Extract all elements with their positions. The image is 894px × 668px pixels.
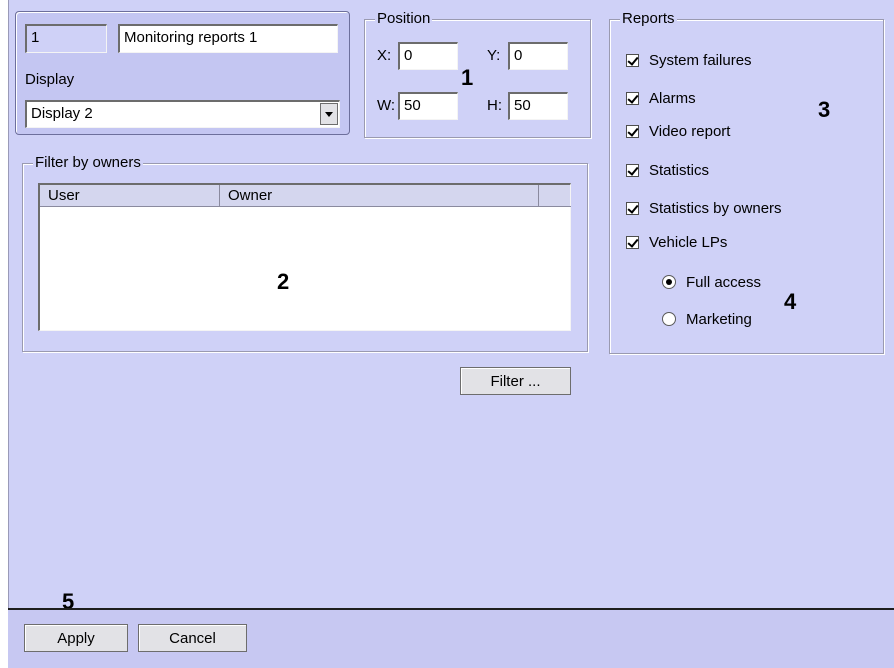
check-icon[interactable] (626, 163, 639, 177)
radio-full-access[interactable]: Full access (662, 271, 761, 293)
callout-2: 2 (277, 269, 290, 294)
reports-title: Reports (620, 10, 677, 28)
callout-4: 4 (784, 289, 797, 314)
w-label: W: (377, 97, 396, 114)
checkbox-statistics-by-owners[interactable]: Statistics by owners (626, 197, 782, 219)
y-field[interactable]: 0 (508, 42, 568, 70)
callout-1: 1 (461, 65, 474, 90)
callout-3: 3 (818, 97, 831, 122)
display-label: Display (25, 71, 75, 88)
filter-group: Filter by owners User Owner (22, 154, 588, 352)
settings-panel: 1 Monitoring reports 1 Display Display 2… (8, 0, 894, 614)
checkbox-system-failures[interactable]: System failures (626, 49, 752, 71)
position-title: Position (375, 10, 433, 28)
apply-button[interactable]: Apply (24, 624, 128, 652)
filter-title: Filter by owners (33, 154, 143, 172)
filter-button[interactable]: Filter ... (460, 367, 571, 395)
camera-display-box: 1 Monitoring reports 1 Display Display 2 (15, 11, 350, 135)
checkbox-alarms[interactable]: Alarms (626, 87, 696, 109)
y-label: Y: (487, 47, 501, 64)
checkbox-statistics[interactable]: Statistics (626, 159, 709, 181)
checkbox-label: Statistics by owners (649, 199, 782, 217)
column-header-owner[interactable]: Owner (220, 185, 539, 207)
column-header-user[interactable]: User (40, 185, 220, 207)
owners-table[interactable]: User Owner (38, 183, 571, 331)
checkbox-label: Video report (649, 122, 731, 140)
radio-icon[interactable] (662, 312, 676, 326)
check-icon[interactable] (626, 235, 639, 249)
camera-id-field[interactable]: 1 (25, 24, 107, 53)
check-icon[interactable] (626, 53, 639, 67)
camera-name-field[interactable]: Monitoring reports 1 (118, 24, 338, 53)
w-field[interactable]: 50 (398, 92, 458, 120)
checkbox-label: Alarms (649, 89, 696, 107)
check-icon[interactable] (626, 91, 639, 105)
check-icon[interactable] (626, 201, 639, 215)
display-select[interactable]: Display 2 (25, 100, 340, 128)
checkbox-label: System failures (649, 51, 752, 69)
chevron-down-icon[interactable] (320, 103, 338, 125)
cancel-button[interactable]: Cancel (138, 624, 247, 652)
check-icon[interactable] (626, 124, 639, 138)
x-label: X: (377, 47, 392, 64)
checkbox-label: Vehicle LPs (649, 233, 728, 251)
checkbox-video-report[interactable]: Video report (626, 120, 730, 142)
x-field[interactable]: 0 (398, 42, 458, 70)
checkbox-vehicle-lps[interactable]: Vehicle LPs (626, 231, 727, 253)
radio-marketing[interactable]: Marketing (662, 308, 752, 330)
h-label: H: (487, 97, 502, 114)
footer-bar: Apply Cancel (8, 608, 894, 668)
display-select-value: Display 2 (31, 105, 93, 122)
table-header: User Owner (40, 185, 571, 207)
radio-label: Marketing (686, 310, 752, 328)
position-group: Position X: 0 Y: 0 W: 50 H: 50 (364, 10, 591, 138)
column-header-filler (539, 185, 571, 207)
checkbox-label: Statistics (649, 161, 710, 179)
h-field[interactable]: 50 (508, 92, 568, 120)
radio-label: Full access (686, 273, 762, 291)
reports-group: Reports System failures Alarms Video rep… (609, 10, 884, 354)
radio-selected-icon[interactable] (662, 275, 676, 289)
